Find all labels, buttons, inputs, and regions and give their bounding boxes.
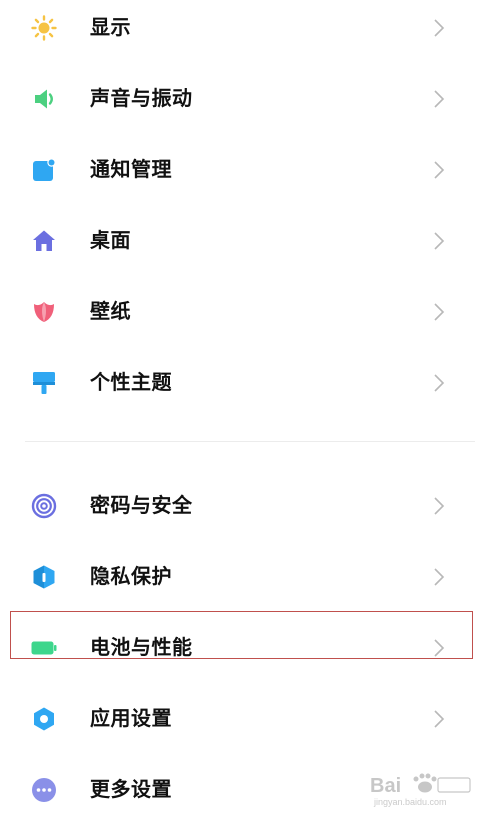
chevron-right-icon: [432, 708, 446, 730]
svg-text:jingyan.baidu.com: jingyan.baidu.com: [373, 797, 447, 807]
baidu-watermark-logo: Bai jingyan.baidu.com: [366, 770, 476, 810]
fingerprint-icon: [30, 492, 58, 520]
chevron-right-icon: [432, 230, 446, 252]
paint-brush-icon: [30, 369, 58, 397]
chevron-right-icon: [432, 301, 446, 323]
settings-item-label: 隐私保护: [90, 564, 172, 588]
settings-item-label: 通知管理: [90, 157, 172, 181]
settings-item-label: 应用设置: [90, 706, 172, 730]
settings-item-label: 壁纸: [90, 299, 131, 323]
settings-item-password-security[interactable]: 密码与安全: [0, 478, 489, 534]
settings-item-label: 桌面: [90, 228, 131, 252]
settings-item-desktop[interactable]: 桌面: [0, 213, 489, 269]
chevron-right-icon: [432, 566, 446, 588]
sun-icon: [30, 14, 58, 42]
notification-icon: [30, 156, 58, 184]
more-dots-icon: [30, 776, 58, 804]
settings-item-label: 显示: [90, 15, 131, 39]
privacy-shield-icon: [30, 563, 58, 591]
settings-item-wallpaper[interactable]: 壁纸: [0, 284, 489, 340]
settings-item-label: 密码与安全: [90, 493, 193, 517]
chevron-right-icon: [432, 637, 446, 659]
chevron-right-icon: [432, 88, 446, 110]
settings-item-app-settings[interactable]: 应用设置: [0, 691, 489, 747]
settings-item-notifications[interactable]: 通知管理: [0, 142, 489, 198]
chevron-right-icon: [432, 159, 446, 181]
chevron-right-icon: [432, 372, 446, 394]
settings-item-battery-performance[interactable]: 电池与性能: [0, 620, 489, 676]
section-divider: [25, 441, 475, 442]
settings-item-themes[interactable]: 个性主题: [0, 355, 489, 411]
battery-icon: [30, 634, 58, 662]
chevron-right-icon: [432, 17, 446, 39]
gear-icon: [30, 705, 58, 733]
speaker-icon: [30, 85, 58, 113]
settings-item-privacy[interactable]: 隐私保护: [0, 549, 489, 605]
svg-text:Bai: Bai: [370, 775, 401, 797]
settings-item-label: 更多设置: [90, 777, 172, 801]
home-icon: [30, 227, 58, 255]
settings-item-display[interactable]: 显示: [0, 0, 489, 56]
tulip-icon: [30, 298, 58, 326]
settings-item-label: 声音与振动: [90, 86, 193, 110]
chevron-right-icon: [432, 495, 446, 517]
settings-item-sound-vibration[interactable]: 声音与振动: [0, 71, 489, 127]
settings-item-label: 电池与性能: [90, 635, 193, 659]
settings-item-label: 个性主题: [90, 370, 172, 394]
